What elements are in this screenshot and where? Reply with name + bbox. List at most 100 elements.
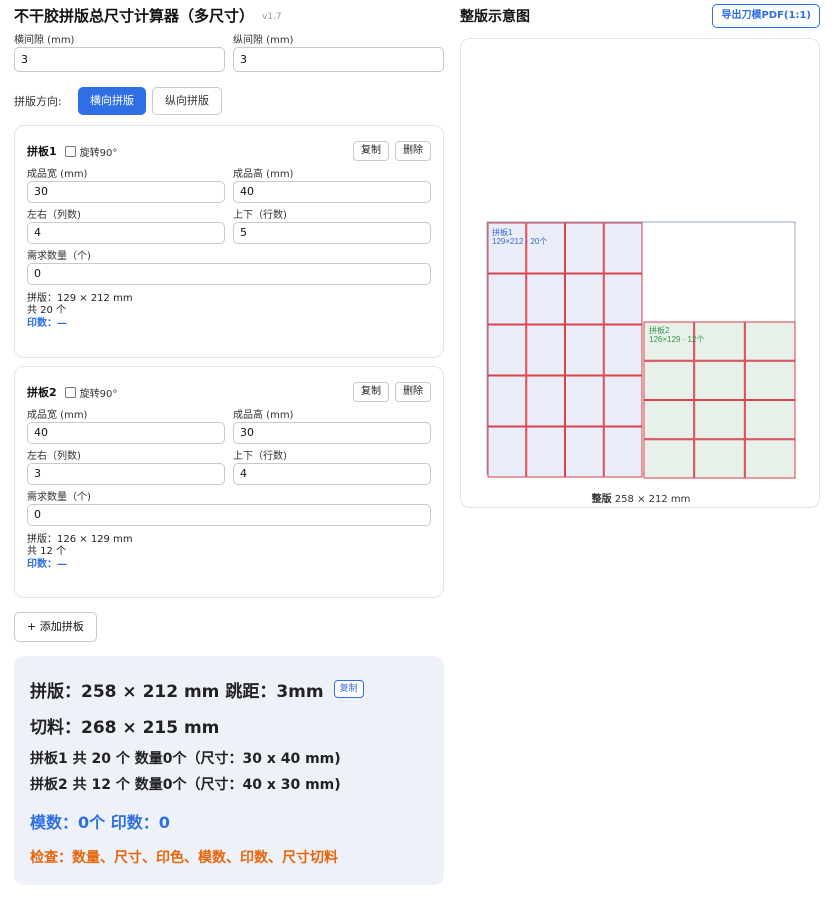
panel-size-text: 拼版：126 × 129 mm (27, 534, 133, 545)
panel-card-header: 拼板1 旋转90° 复制 删除 (27, 140, 431, 162)
rows-label: 上下（行数) (233, 451, 287, 462)
width-input[interactable]: 40 (27, 422, 225, 444)
qty-field: 需求数量（个) 0 (27, 491, 431, 526)
grid-cell (487, 324, 527, 376)
rows-input[interactable]: 4 (233, 463, 431, 485)
layout-diagram: 拼板1 129×212 · 20个 拼板2 126×129 · 12个 (486, 221, 796, 479)
panel-card-1: 拼板1 旋转90° 复制 删除 成品宽 (mm) 30 成品高 (mm) 40 … (14, 125, 444, 358)
summary-box: 拼版：258 × 212 mm 跳距：3mm 复制 切料：268 × 215 m… (14, 656, 444, 885)
panel-title: 拼板1 (27, 145, 57, 158)
v-gap-label: 纵间隙 (mm) (233, 35, 294, 46)
horizontal-layout-button[interactable]: 横向拼版 (78, 87, 146, 115)
rotate-label: 旋转90° (79, 388, 118, 400)
panel-title: 拼板2 (27, 386, 57, 399)
width-label: 成品宽 (mm) (27, 169, 88, 180)
grid-cell (565, 222, 604, 274)
qty-label: 需求数量（个) (27, 492, 91, 503)
grid-cell (526, 375, 565, 427)
copy-summary-button[interactable]: 复制 (333, 680, 364, 698)
copy-panel-button[interactable]: 复制 (353, 141, 389, 161)
grid-cell (744, 439, 796, 479)
qty-input[interactable]: 0 (27, 504, 431, 526)
panel-count-text: 共 20 个 (27, 305, 67, 316)
height-field: 成品高 (mm) 40 (233, 168, 431, 203)
panel-print-text: 印数：— (27, 559, 67, 570)
panel-card-header: 拼板2 旋转90° 复制 删除 (27, 381, 431, 403)
rotate-checkbox[interactable] (64, 386, 76, 398)
grid-cell (603, 324, 643, 376)
delete-panel-button[interactable]: 删除 (395, 382, 431, 402)
cols-input[interactable]: 4 (27, 222, 225, 244)
height-input[interactable]: 40 (233, 181, 431, 203)
panel-info: 拼版：126 × 129 mm 共 12 个 印数：— (27, 534, 431, 571)
grid-cell (744, 321, 796, 361)
direction-label: 拼版方向: (14, 95, 62, 108)
right-column: 整版示意图 导出刀模PDF(1:1) 拼板1 129×212 · 20个 拼板2… (460, 0, 820, 508)
grid-cell (565, 324, 604, 376)
vertical-layout-button[interactable]: 纵向拼版 (152, 87, 222, 115)
qty-input[interactable]: 0 (27, 263, 431, 285)
rotate-checkbox[interactable] (64, 145, 76, 157)
qty-label: 需求数量（个) (27, 251, 91, 262)
rotate-label: 旋转90° (79, 147, 118, 159)
height-field: 成品高 (mm) 30 (233, 409, 431, 444)
qty-field: 需求数量（个) 0 (27, 250, 431, 285)
panel-count-text: 共 12 个 (27, 546, 67, 557)
rows-label: 上下（行数) (233, 210, 287, 221)
left-column: 不干胶拼版总尺寸计算器（多尺寸） v1.7 横间隙 (mm) 3 纵间隙 (mm… (14, 0, 444, 885)
grid-cell (565, 426, 604, 478)
panel2-name-label: 拼板2 (649, 325, 670, 335)
grid-cell (744, 400, 796, 440)
export-pdf-button[interactable]: 导出刀模PDF(1:1) (712, 4, 820, 28)
grid-cell (694, 400, 745, 440)
height-input[interactable]: 30 (233, 422, 431, 444)
sheet-caption: 整版 258 × 212 mm (461, 490, 821, 505)
grid-cell (643, 439, 695, 479)
summary-layout-text: 拼版：258 × 212 mm 跳距：3mm (30, 681, 324, 702)
preview-title: 整版示意图 (460, 9, 530, 25)
grid-cell (603, 222, 643, 274)
h-gap-input[interactable]: 3 (14, 47, 225, 72)
count-row: 左右（列数) 4 上下（行数) 5 (27, 209, 431, 244)
summary-mould-text: 模数：0个 印数：0 (30, 813, 170, 832)
grid-cell (603, 273, 643, 325)
cols-label: 左右（列数) (27, 451, 81, 462)
grid-cell (487, 273, 527, 325)
v-gap-input[interactable]: 3 (233, 47, 444, 72)
rows-input[interactable]: 5 (233, 222, 431, 244)
grid-cell (603, 426, 643, 478)
panel1-grid (487, 222, 643, 478)
qty-row: 需求数量（个) 0 (27, 491, 431, 526)
summary-cut-text: 切料：268 × 215 mm (30, 718, 220, 738)
h-gap-label: 横间隙 (mm) (14, 35, 75, 46)
size-row: 成品宽 (mm) 30 成品高 (mm) 40 (27, 168, 431, 203)
width-label: 成品宽 (mm) (27, 410, 88, 421)
grid-cell (487, 426, 527, 478)
grid-cell (526, 426, 565, 478)
width-input[interactable]: 30 (27, 181, 225, 203)
width-field: 成品宽 (mm) 40 (27, 409, 225, 444)
grid-cell (643, 400, 695, 440)
cols-field: 左右（列数) 3 (27, 450, 225, 485)
cols-input[interactable]: 3 (27, 463, 225, 485)
qty-row: 需求数量（个) 0 (27, 250, 431, 285)
panel2-detail-label: 126×129 · 12个 (649, 335, 704, 344)
panel1-name-label: 拼板1 (492, 227, 513, 237)
add-panel-button[interactable]: + 添加拼板 (14, 612, 97, 642)
copy-panel-button[interactable]: 复制 (353, 382, 389, 402)
h-gap-field: 横间隙 (mm) 3 (14, 34, 225, 72)
panel2-grid (643, 321, 796, 479)
rows-field: 上下（行数) 5 (233, 209, 431, 244)
grid-cell (694, 439, 745, 479)
title-row: 不干胶拼版总尺寸计算器（多尺寸） v1.7 (14, 0, 444, 30)
grid-cell (694, 360, 745, 400)
height-label: 成品高 (mm) (233, 169, 294, 180)
grid-cell (643, 360, 695, 400)
rows-field: 上下（行数) 4 (233, 450, 431, 485)
grid-cell (487, 375, 527, 427)
delete-panel-button[interactable]: 删除 (395, 141, 431, 161)
grid-cell (744, 360, 796, 400)
app-version: v1.7 (262, 11, 282, 22)
summary-layout-line: 拼版：258 × 212 mm 跳距：3mm 复制 (30, 676, 444, 702)
panel-info: 拼版：129 × 212 mm 共 20 个 印数：— (27, 293, 431, 330)
